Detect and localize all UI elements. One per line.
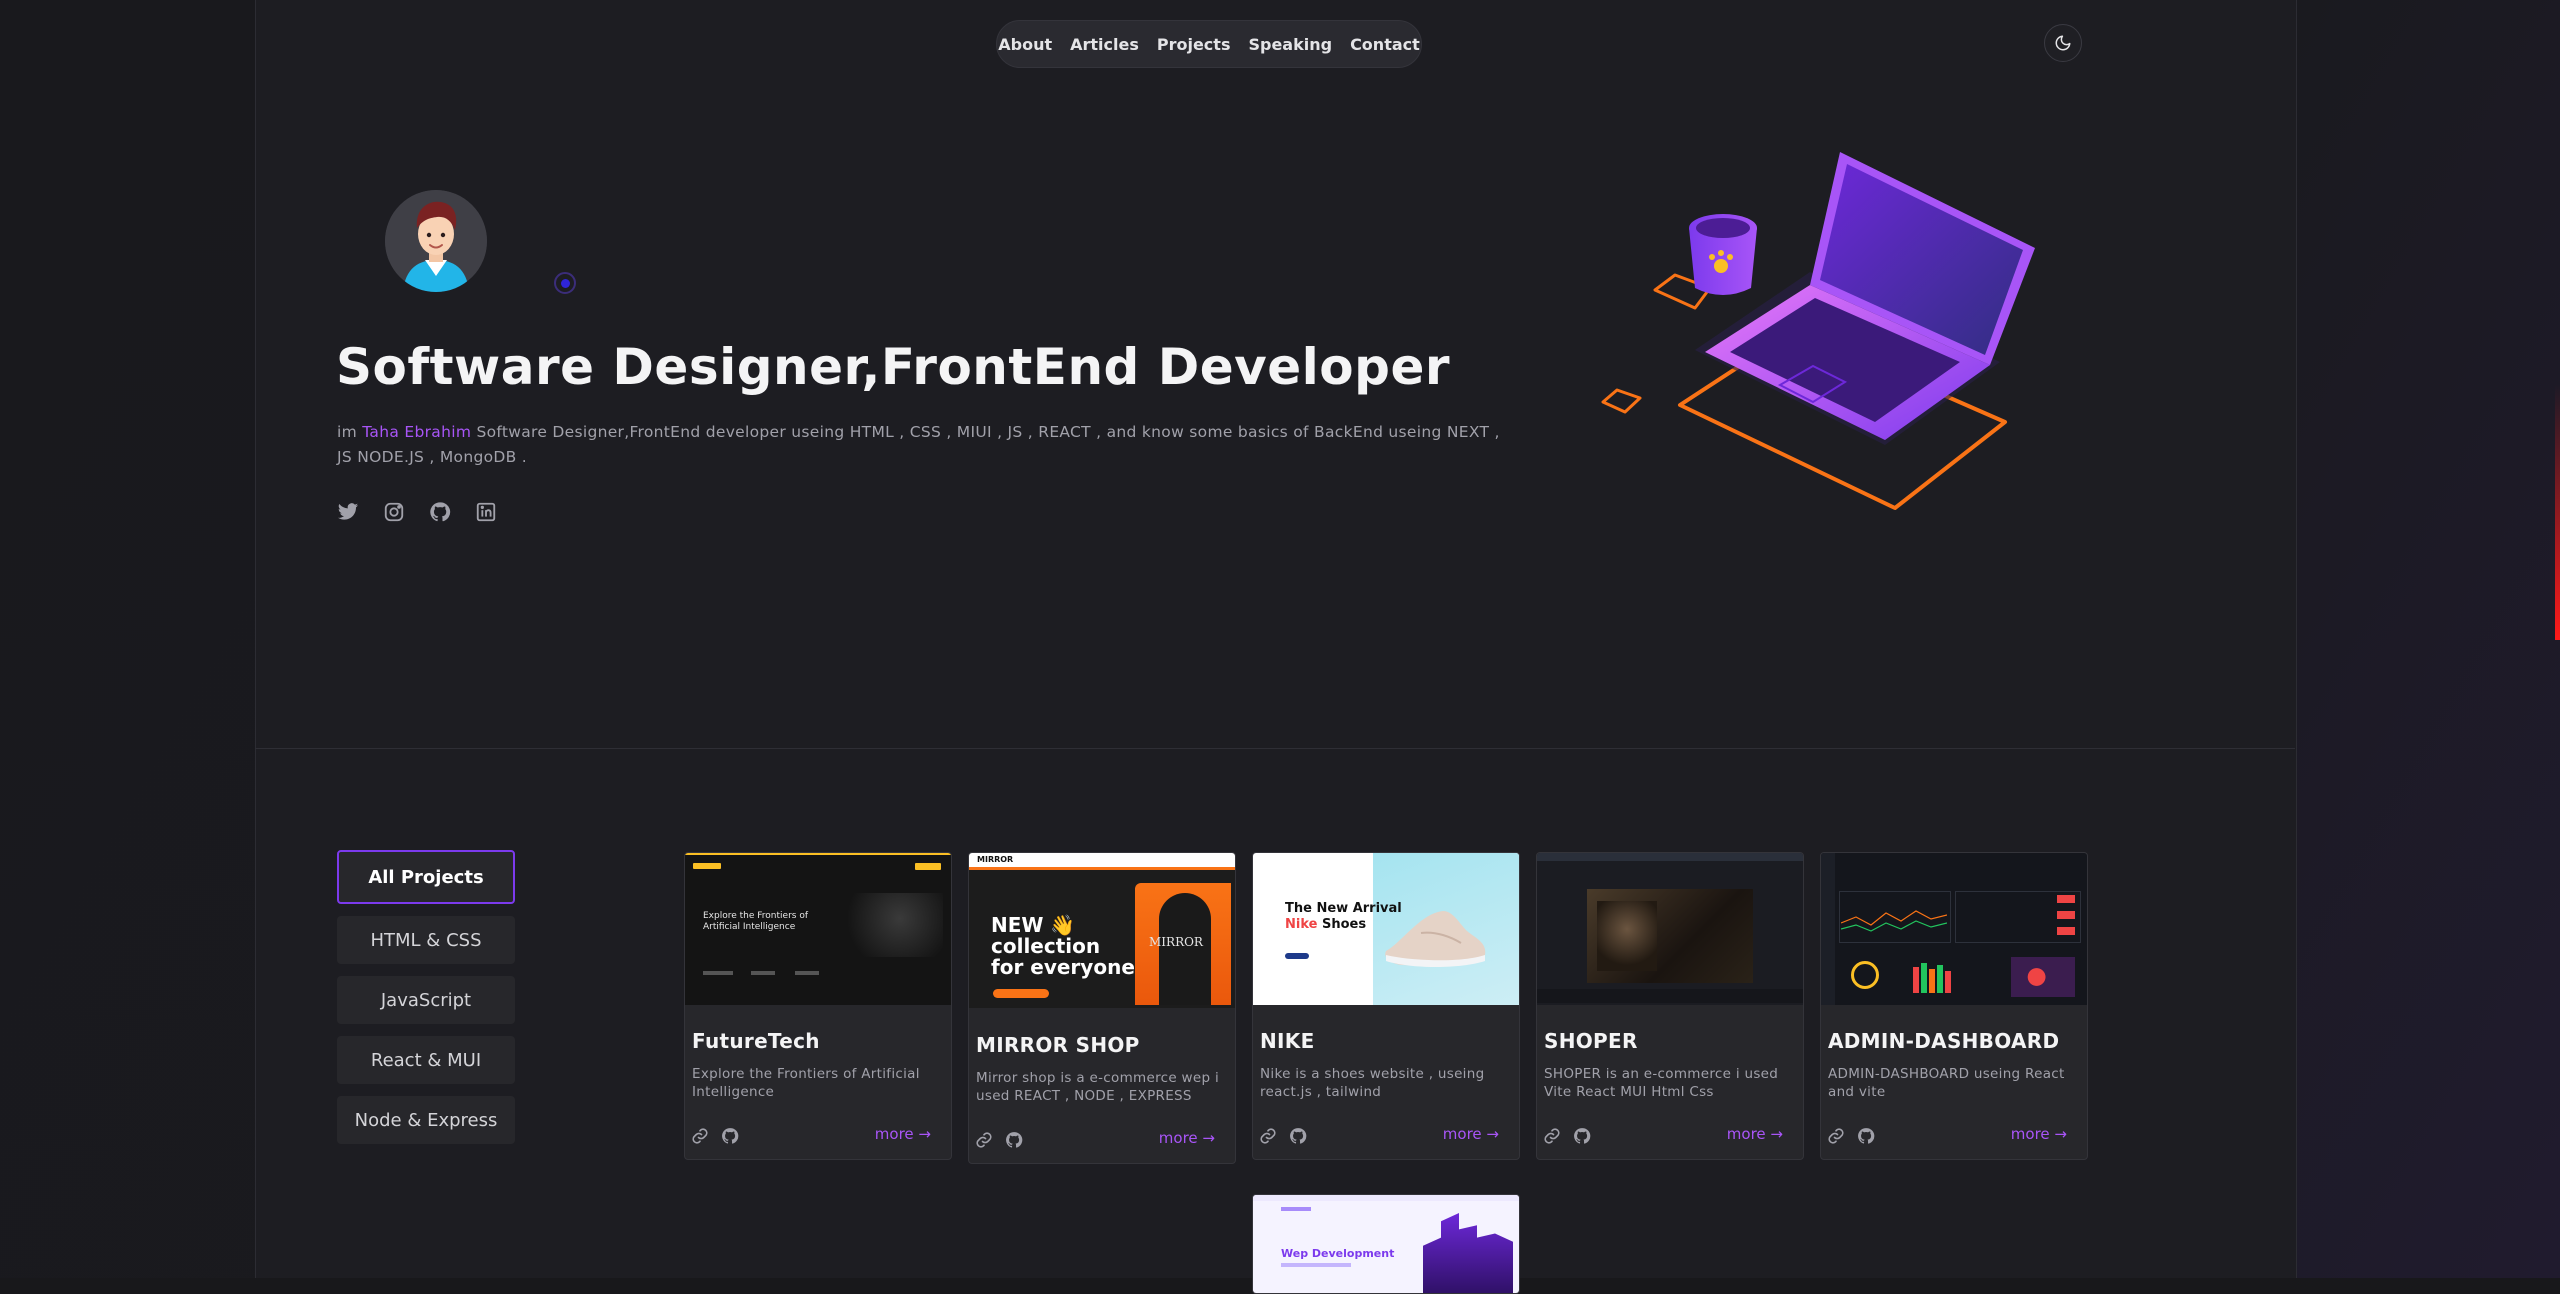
arrow-right-icon: → [1486,1125,1499,1143]
author-name: Taha Ebrahim [362,423,472,441]
link-icon[interactable] [1827,1127,1845,1145]
arrow-right-icon: → [1770,1125,1783,1143]
instagram-link[interactable] [382,500,406,524]
project-title: MIRROR SHOP [976,1033,1140,1057]
line-chart-graphic [1841,910,1947,932]
main-nav: About Articles Projects Speaking Contact [996,20,1422,68]
thumb-line-2: collection [991,934,1101,958]
filter-html-css[interactable]: HTML & CSS [337,916,515,964]
link-icon[interactable] [691,1127,709,1145]
thumb-heading-rest: Shoes [1317,917,1367,932]
nav-speaking[interactable]: Speaking [1248,35,1332,54]
nav-articles[interactable]: Articles [1070,35,1139,54]
avatar [385,190,487,292]
project-card-web-development[interactable]: Wep Development [1252,1194,1520,1294]
filter-react-mui[interactable]: React & MUI [337,1036,515,1084]
nav-about[interactable]: About [998,35,1052,54]
project-links [1827,1127,1875,1145]
project-card-futuretech[interactable]: Explore the Frontiers of Artificial Inte… [684,852,952,1160]
thumb-heading-line-2: Artificial Intelligence [703,922,796,932]
nav-contact[interactable]: Contact [1350,35,1420,54]
arrow-right-icon: → [918,1125,931,1143]
project-thumbnail: MIRROR NEW 👋 collection for everyone MIR… [969,853,1235,1008]
hero-desc-text: Software Designer,FrontEnd developer use… [337,423,1500,466]
thumb-heading-accent: Nike [1285,917,1318,932]
instagram-icon [384,502,404,522]
more-link[interactable]: more → [1159,1129,1215,1147]
filter-javascript[interactable]: JavaScript [337,976,515,1024]
more-link[interactable]: more → [1727,1125,1783,1143]
project-description: SHOPER is an e-commerce i used Vite Reac… [1544,1066,1779,1100]
project-thumbnail: Wep Development [1253,1195,1519,1293]
project-links [1259,1127,1307,1145]
thumb-heading: Wep Development [1281,1247,1395,1260]
cursor-follower [554,272,576,294]
project-title: FutureTech [692,1029,820,1053]
project-links [975,1131,1023,1149]
project-title: ADMIN-DASHBOARD [1828,1029,2060,1053]
project-filters: All Projects HTML & CSS JavaScript React… [337,850,515,1156]
project-description: Mirror shop is a e-commerce wep i used R… [976,1070,1220,1104]
more-link[interactable]: more → [1443,1125,1499,1143]
more-label: more [2010,1125,2050,1143]
link-icon[interactable] [1259,1127,1277,1145]
project-links [1543,1127,1591,1145]
project-card-mirror-shop[interactable]: MIRROR NEW 👋 collection for everyone MIR… [968,852,1236,1164]
github-icon [430,502,451,522]
github-icon[interactable] [721,1127,739,1145]
more-label: more [874,1125,914,1143]
thumb-side-text: MIRROR [1149,935,1203,949]
hero-title: Software Designer,FrontEnd Developer [336,338,1451,396]
social-links [336,500,498,524]
filter-all-projects[interactable]: All Projects [337,850,515,904]
project-thumbnail: Explore the Frontiers of Artificial Inte… [685,853,951,1005]
more-label: more [1442,1125,1482,1143]
laptop-illustration [1601,152,2035,510]
project-title: NIKE [1260,1029,1315,1053]
project-links [691,1127,739,1145]
hero-description: im Taha Ebrahim Software Designer,FrontE… [337,420,1517,470]
project-title: SHOPER [1544,1029,1638,1053]
thumb-headline: NEW 👋 collection for everyone [991,915,1135,978]
thumb-brand: MIRROR [977,855,1014,864]
project-thumbnail: The New Arrival Nike Shoes [1253,853,1519,1005]
project-description: Nike is a shoes website , useing react.j… [1260,1066,1485,1100]
project-thumbnail [1537,853,1803,1005]
section-divider [255,748,2295,749]
moon-icon [2055,35,2071,51]
linkedin-icon [476,502,496,522]
more-label: more [1158,1129,1198,1147]
hero-desc-prefix: im [337,423,363,441]
project-card-shoper[interactable]: SHOPER SHOPER is an e-commerce i used Vi… [1536,852,1804,1160]
project-description: ADMIN-DASHBOARD useing React and vite [1828,1066,2065,1100]
link-icon[interactable] [975,1131,993,1149]
thumb-line-3: for everyone [991,955,1135,979]
shoe-graphic [1385,911,1486,967]
filter-node-express[interactable]: Node & Express [337,1096,515,1144]
arrow-right-icon: → [1202,1129,1215,1147]
thumb-heading: Explore the Frontiers of Artificial Inte… [703,911,808,933]
more-link[interactable]: more → [2011,1125,2067,1143]
github-icon[interactable] [1573,1127,1591,1145]
twitter-link[interactable] [336,500,360,524]
github-icon[interactable] [1857,1127,1875,1145]
nav-projects[interactable]: Projects [1157,35,1231,54]
linkedin-link[interactable] [474,500,498,524]
link-icon[interactable] [1543,1127,1561,1145]
github-icon[interactable] [1289,1127,1307,1145]
thumb-line-1: NEW 👋 [991,913,1076,937]
project-card-nike[interactable]: The New Arrival Nike Shoes NIKE Nike is … [1252,852,1520,1160]
project-card-admin-dashboard[interactable]: ADMIN-DASHBOARD ADMIN-DASHBOARD useing R… [1820,852,2088,1160]
thumb-heading-line-1: Explore the Frontiers of [703,911,808,921]
more-label: more [1726,1125,1766,1143]
more-link[interactable]: more → [875,1125,931,1143]
theme-toggle-button[interactable] [2044,24,2082,62]
project-description: Explore the Frontiers of Artificial Inte… [692,1066,920,1100]
arrow-right-icon: → [2054,1125,2067,1143]
project-thumbnail [1821,853,2087,1005]
scroll-progress-indicator [2555,0,2560,640]
twitter-icon [337,503,359,520]
github-link[interactable] [428,500,452,524]
github-icon[interactable] [1005,1131,1023,1149]
